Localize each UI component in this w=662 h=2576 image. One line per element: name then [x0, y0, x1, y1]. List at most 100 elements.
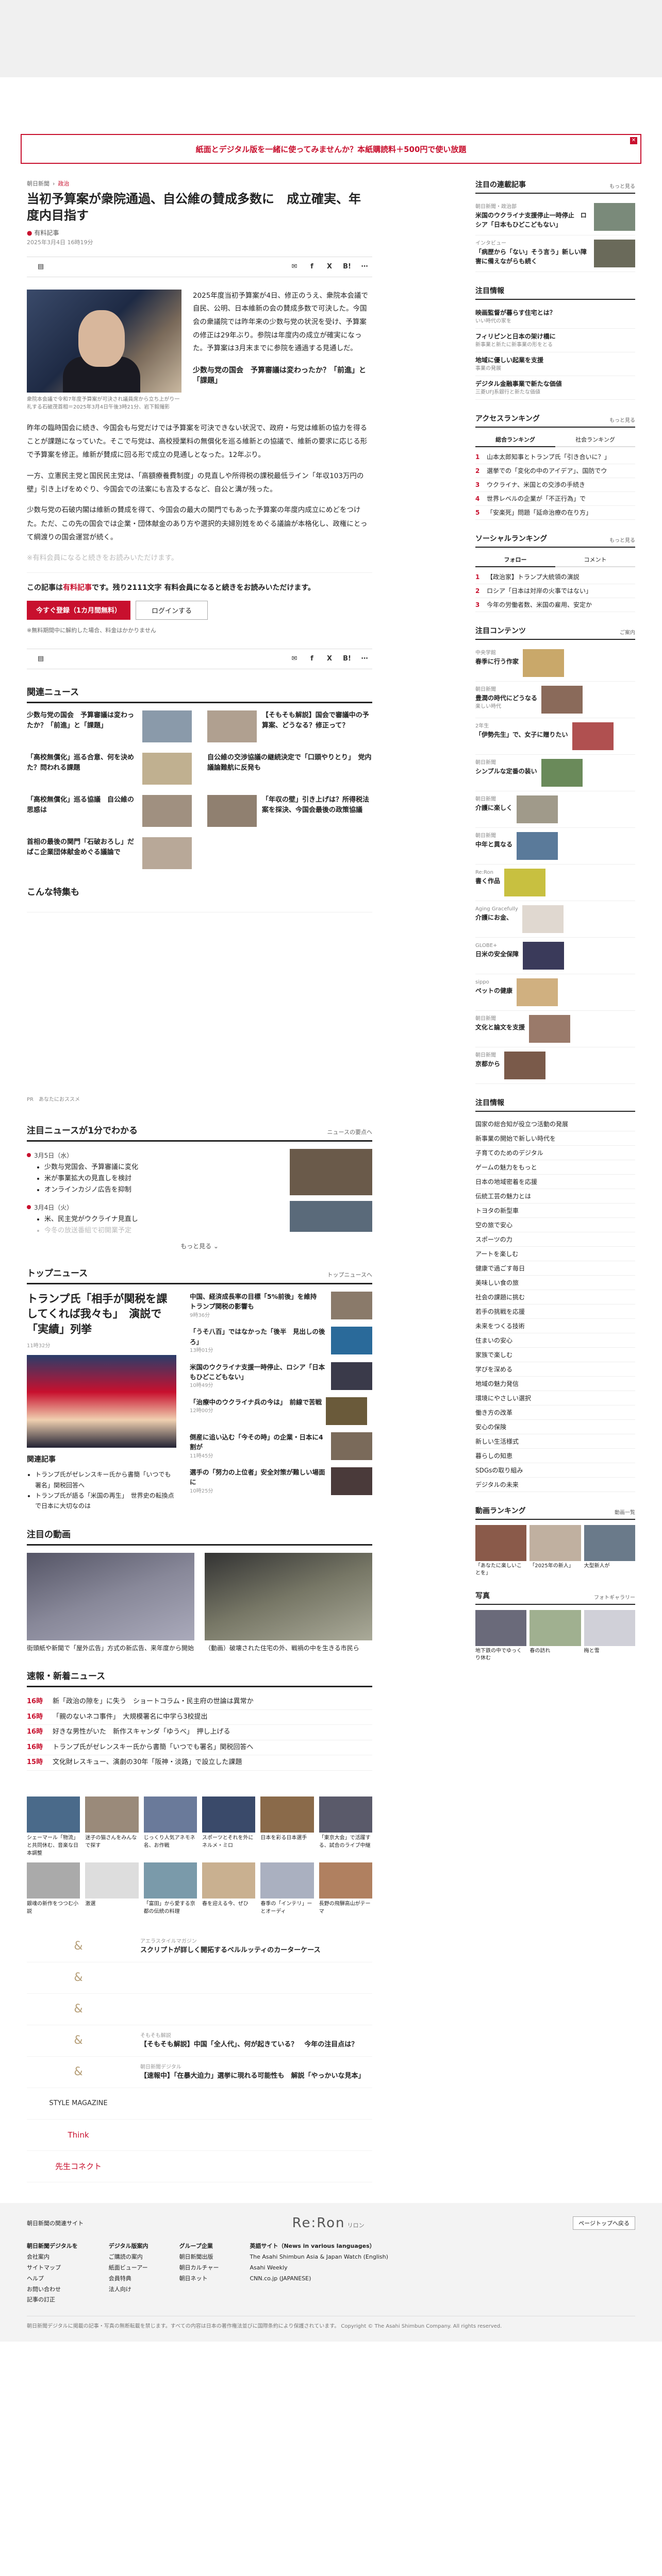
sidebar-link[interactable]: SDGsの取り組み: [475, 1463, 635, 1478]
list-item[interactable]: 「高校無償化」巡る協議 自公維の思惑は: [27, 794, 192, 827]
sidebar-link[interactable]: 若手の挑戦を応援: [475, 1304, 635, 1319]
sidebar-link[interactable]: 伝統工芸の魅力とは: [475, 1189, 635, 1204]
close-icon[interactable]: ✕: [630, 137, 637, 144]
subscribe-button[interactable]: 今すぐ登録（1カ月間無料）: [27, 600, 131, 620]
sidebar-link[interactable]: 新事業の開始で新しい時代を: [475, 1131, 635, 1146]
timeline-more-link[interactable]: ニュースの要点へ: [327, 1128, 372, 1136]
breaking-item[interactable]: 16時 「親のないネコ事件」 大規模署名に中学ら3校提出: [27, 1710, 372, 1725]
sidebar-link[interactable]: 新しい生活様式: [475, 1434, 635, 1449]
sidebar-item[interactable]: Re:Ron 書く作品: [475, 865, 635, 901]
more-icon[interactable]: ⋯: [359, 654, 370, 664]
hatena-icon[interactable]: B!: [341, 654, 353, 664]
sidebar-link[interactable]: デジタル金融事業で新たな価値 三菱UFJ系銀行と新たな価値: [475, 376, 635, 400]
footer-link[interactable]: 紙面ビューアー: [109, 2264, 148, 2271]
mail-icon[interactable]: ✉: [289, 262, 300, 272]
print-icon[interactable]: ▤: [35, 654, 46, 664]
banner[interactable]: 春を迎える今、ぜひ: [202, 1862, 256, 1916]
photo-card[interactable]: 地下鉄の中でゆっくり休む: [475, 1610, 527, 1662]
social-more[interactable]: もっと見る: [609, 536, 635, 544]
sponsor-item[interactable]: STYLE MAGAZINE: [27, 2088, 372, 2120]
sidebar-link[interactable]: フィリピンと日本の架け橋に 新事業と新たに新事業の形をとる: [475, 329, 635, 352]
sidebar-link[interactable]: 環境にやさしい選択: [475, 1391, 635, 1405]
sidebar-item[interactable]: 朝日新聞 シンプルな定番の装い: [475, 755, 635, 791]
sidebar-item[interactable]: 朝日新聞 文化と論文を支援: [475, 1011, 635, 1047]
timeline-more-button[interactable]: もっと見る ⌄: [27, 1242, 372, 1250]
ranking-item[interactable]: 3 ウクライナ、米国との交渉の手続き: [475, 478, 635, 492]
banner[interactable]: 春季の「インテリ」ーとオーディ: [260, 1862, 314, 1916]
banner[interactable]: 「富田」から愛する京都の伝統の料理: [143, 1862, 197, 1916]
video-card[interactable]: 大型新人が: [584, 1525, 635, 1577]
hatena-icon[interactable]: B!: [341, 262, 353, 272]
banner[interactable]: 日本を彩る日本選手: [260, 1796, 314, 1857]
sidebar-item[interactable]: GLOBE+ 日米の安全保障: [475, 938, 635, 974]
timeline-item[interactable]: 米、民主党がウクライナ見直し: [44, 1214, 138, 1225]
sidebar-item[interactable]: 朝日新聞 中年と異なる: [475, 828, 635, 865]
access-more[interactable]: もっと見る: [609, 416, 635, 423]
footer-link[interactable]: Asahi Weekly: [250, 2264, 287, 2271]
footer-link[interactable]: サイトマップ: [27, 2264, 61, 2271]
sponsor-item[interactable]: & そもそも解説 【そもそも解説】中国「全人代」、何が起きている？ 今年の注目点は？: [27, 2025, 372, 2057]
photo-card[interactable]: 春の訪れ: [529, 1610, 581, 1662]
breadcrumb-category[interactable]: 政治: [58, 180, 69, 187]
banner[interactable]: 激選: [85, 1862, 139, 1916]
tab-comment[interactable]: コメント: [555, 553, 635, 567]
video-card[interactable]: （動画）破壊された住宅の外、戦禍の中を生きる市民ら: [205, 1552, 372, 1653]
digital-more[interactable]: ご案内: [620, 628, 635, 636]
sidebar-item[interactable]: 朝日新聞 介護に楽しく: [475, 791, 635, 828]
timeline-item[interactable]: 米が事業拡大の見直しを検討: [44, 1173, 138, 1184]
top-news-more[interactable]: トップニュースへ: [327, 1270, 372, 1279]
sidebar-item[interactable]: 2年生 「伊勢先生」で、女子に贈りたい: [475, 718, 635, 755]
tab-total[interactable]: 総合ランキング: [475, 433, 555, 447]
sponsor-item[interactable]: &: [27, 1994, 372, 2025]
sidebar-link[interactable]: スポーツの力: [475, 1232, 635, 1247]
sidebar-link[interactable]: 家族で楽しむ: [475, 1348, 635, 1362]
sidebar-link[interactable]: ゲームの魅力をもっと: [475, 1160, 635, 1175]
x-icon[interactable]: X: [324, 262, 335, 272]
related-article[interactable]: トランプ氏がゼレンスキー氏から書簡「いつでも署名」関税回答へ: [35, 1469, 176, 1490]
login-button[interactable]: ログインする: [136, 600, 208, 620]
top-news-image[interactable]: [27, 1355, 176, 1448]
related-article[interactable]: トランプ氏が語る「米国の再生」 世界史の転換点で日本に大切なのは: [35, 1490, 176, 1512]
news-item[interactable]: 倒産に追い込む「今その時」の企業・日本に4割が 11時45分: [190, 1432, 372, 1460]
sidebar-item[interactable]: 中央学館 春季に行う作家: [475, 645, 635, 682]
x-icon[interactable]: X: [324, 654, 335, 664]
sidebar-link[interactable]: 国家の総合知が役立つ活動の発展: [475, 1117, 635, 1131]
timeline-item[interactable]: 今冬の放送番組で初開業予定: [44, 1225, 138, 1236]
footer-link[interactable]: 会社案内: [27, 2253, 49, 2260]
mail-icon[interactable]: ✉: [289, 654, 300, 664]
ranking-item[interactable]: 5 「安楽死」問題「延命治療の在り方」: [475, 506, 635, 520]
news-item[interactable]: 米国のウクライナ支援一時停止、ロシア「日本もひどこどもない」 10時49分: [190, 1362, 372, 1390]
sidebar-link[interactable]: 未来をつくる技術: [475, 1319, 635, 1333]
sidebar-item[interactable]: Aging Gracefully 介護にお金、: [475, 901, 635, 938]
photo-card[interactable]: 梅と雪: [584, 1610, 635, 1662]
video-card[interactable]: 「あなたに楽しいことを」: [475, 1525, 527, 1577]
news-item[interactable]: 選手の「努力の上位者」安全対策が難しい場面に 10時25分: [190, 1467, 372, 1496]
list-item[interactable]: 「高校無償化」巡る合意、何を決めた？問われる課題: [27, 752, 192, 785]
sidebar-link[interactable]: 子育てのためのデジタル: [475, 1146, 635, 1160]
sponsor-item[interactable]: &: [27, 1962, 372, 1994]
video-card[interactable]: 街頭紙や新聞で「屋外広告」方式の新広告、来年度から開始: [27, 1552, 194, 1653]
ranking-item[interactable]: 2 ロシア「日本は対岸の火事ではない」: [475, 584, 635, 598]
inline-related-title[interactable]: 少数与党の国会 予算審議は変わったか？「前進」と「課題」: [193, 365, 372, 385]
ranking-item[interactable]: 1 山本太郎知事とトランプ氏「引き合いに？」: [475, 450, 635, 464]
video-more[interactable]: 動画一覧: [615, 1508, 635, 1516]
sidebar-link[interactable]: 健康で過ごす毎日: [475, 1261, 635, 1276]
sidebar-link[interactable]: 学びを深める: [475, 1362, 635, 1377]
footer-link[interactable]: 朝日カルチャー: [179, 2264, 219, 2271]
banner[interactable]: 「東京大会」で活躍する、試合のライブ中継: [319, 1796, 372, 1857]
sponsor-item[interactable]: Think: [27, 2120, 372, 2151]
breaking-item[interactable]: 15時 文化財レスキュー、演劇の30年「阪神・淡路」で設立した課題: [27, 1755, 372, 1771]
footer-link[interactable]: お問い合わせ: [27, 2286, 61, 2293]
ad-area[interactable]: PR あなたにおススメ: [27, 911, 372, 1108]
breaking-item[interactable]: 16時 好きな男性がいた 新作スキャンダ「ゆうべ」 押し上げる: [27, 1725, 372, 1740]
top-news-title[interactable]: トランプ氏「相手が関税を課してくれば我々も」 演説で「実績」列挙: [27, 1292, 176, 1337]
news-item[interactable]: 中国、経済成長率の目標「5%前後」を維持 トランプ関税の影響も 9時36分: [190, 1292, 372, 1320]
more-icon[interactable]: ⋯: [359, 262, 370, 272]
sidebar-link[interactable]: 映画監督が暮らす住宅とは？ いい時代の家を: [475, 305, 635, 329]
banner[interactable]: 迷子の猫さんをみんなで探す: [85, 1796, 139, 1857]
sidebar-link[interactable]: 安心の保険: [475, 1420, 635, 1434]
footer-link[interactable]: 会員特典: [109, 2275, 131, 2282]
sidebar-item[interactable]: sippo ペットの健康: [475, 974, 635, 1011]
footer-link[interactable]: 法人向け: [109, 2286, 131, 2293]
sidebar-link[interactable]: 住まいの安心: [475, 1333, 635, 1348]
